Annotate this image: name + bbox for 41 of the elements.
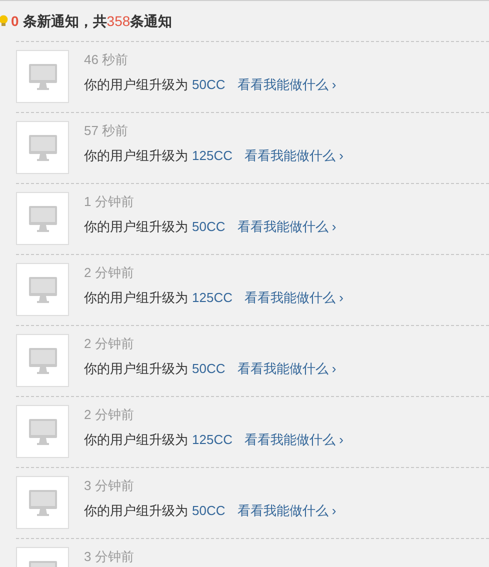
group-link[interactable]: 125CC <box>192 289 232 307</box>
details-link[interactable]: 看看我能做什么 › <box>244 289 344 307</box>
group-link[interactable]: 125CC <box>192 431 232 449</box>
message-text: 你的用户组升级为 <box>84 147 188 165</box>
time-ago: 3 分钟前 <box>84 548 135 566</box>
details-link[interactable]: 看看我能做什么 › <box>237 502 336 520</box>
monitor-icon <box>28 490 56 516</box>
monitor-icon <box>28 276 56 302</box>
group-link[interactable]: 125CC <box>192 147 232 165</box>
bulb-icon <box>0 15 8 27</box>
monitor-icon <box>28 418 56 444</box>
time-ago: 2 分钟前 <box>84 264 135 282</box>
group-link[interactable]: 50CC <box>192 502 226 520</box>
details-link[interactable]: 看看我能做什么 › <box>244 431 344 449</box>
time-ago: 2 分钟前 <box>84 406 135 424</box>
message-text: 你的用户组升级为 <box>84 360 188 378</box>
time-ago: 2 分钟前 <box>84 335 135 353</box>
details-link[interactable]: 看看我能做什么 › <box>244 147 344 165</box>
monitor-icon <box>28 206 56 232</box>
time-ago: 57 秒前 <box>84 122 130 140</box>
header-text: 条新通知，共 <box>22 12 107 30</box>
new-count: 0 <box>11 12 19 30</box>
message-text: 你的用户组升级为 <box>84 289 188 307</box>
group-link[interactable]: 50CC <box>192 218 226 236</box>
details-link[interactable]: 看看我能做什么 › <box>237 360 336 378</box>
header-text: 条通知 <box>130 12 172 30</box>
monitor-icon <box>28 134 56 160</box>
monitor-icon <box>28 64 56 90</box>
time-ago: 3 分钟前 <box>84 477 135 495</box>
message-text: 你的用户组升级为 <box>84 76 188 94</box>
details-link[interactable]: 看看我能做什么 › <box>237 218 336 236</box>
message-text: 你的用户组升级为 <box>84 502 188 520</box>
details-link[interactable]: 看看我能做什么 › <box>237 76 336 94</box>
monitor-icon <box>28 348 56 374</box>
total-count: 358 <box>106 12 130 30</box>
group-link[interactable]: 50CC <box>192 360 226 378</box>
time-ago: 1 分钟前 <box>84 193 135 211</box>
time-ago: 46 秒前 <box>84 51 130 69</box>
message-text: 你的用户组升级为 <box>84 218 188 236</box>
group-link[interactable]: 50CC <box>192 76 226 94</box>
message-text: 你的用户组升级为 <box>84 431 188 449</box>
